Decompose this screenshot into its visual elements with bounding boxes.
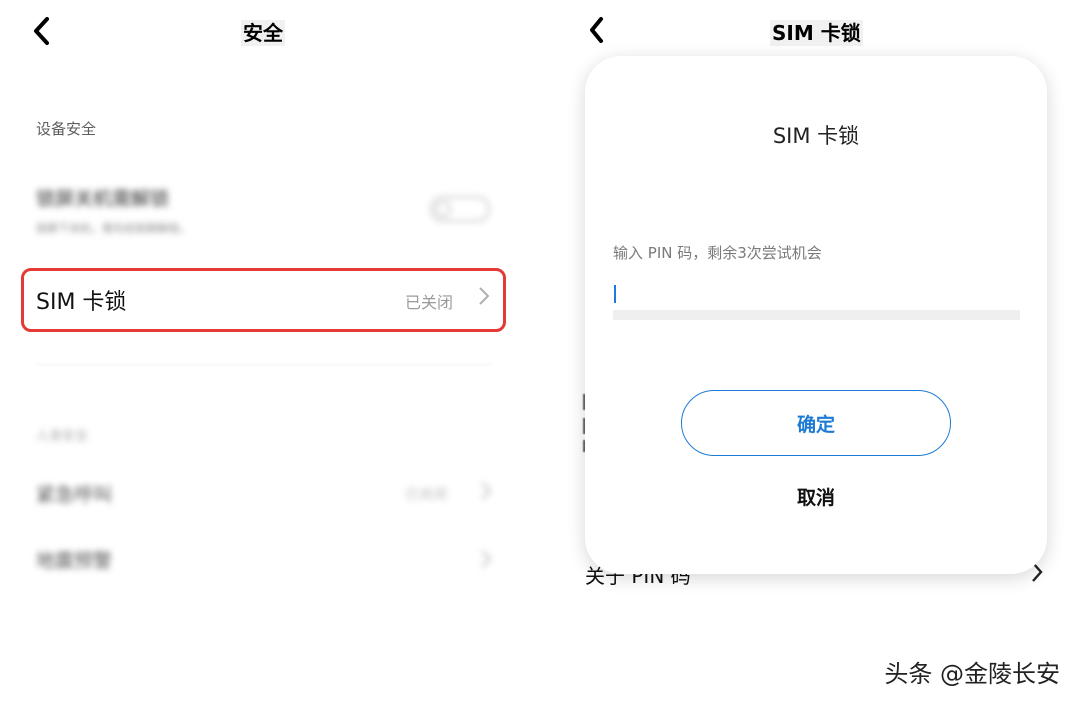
security-settings-screen: 安全 设备安全 锁屏关机需解锁 锁屏下关机，需先经锁屏解锁。 SIM 卡锁 已关… [0,0,540,706]
sim-lock-status: 已关闭 [405,293,454,312]
chevron-right-icon [480,548,492,576]
pin-input-underline [613,310,1020,320]
watermark: 头条 @金陵长安 [884,660,1060,688]
back-arrow-icon[interactable] [588,16,604,44]
back-arrow-icon[interactable] [32,16,50,46]
emergency-call-status: 已关闭 [405,487,447,503]
emergency-call-label: 紧急呼叫 [36,484,113,506]
earthquake-warning-label: 地震预警 [36,550,113,572]
sim-lock-label: SIM 卡锁 [36,290,127,315]
text-cursor [614,285,616,303]
page-title: SIM 卡锁 [770,20,863,46]
lock-shutdown-toggle[interactable] [430,196,490,222]
lock-shutdown-subtitle: 锁屏下关机，需先经锁屏解锁。 [36,222,190,235]
sim-lock-screen: SIM 卡锁 关于 PIN 码 SIM 卡锁 输入 PIN 码，剩余3次尝试机会… [540,0,1080,706]
pin-dialog: SIM 卡锁 输入 PIN 码，剩余3次尝试机会 确定 取消 [585,56,1047,574]
pin-hint-label: 输入 PIN 码，剩余3次尝试机会 [613,244,822,262]
lock-shutdown-title: 锁屏关机需解锁 [36,188,170,210]
confirm-button[interactable]: 确定 [681,390,951,456]
chevron-right-icon [480,480,492,508]
dialog-title: SIM 卡锁 [772,124,860,148]
cancel-button[interactable]: 取消 [766,476,866,516]
divider [36,364,491,365]
pin-input[interactable] [613,280,1020,310]
chevron-right-icon [478,285,490,313]
page-title: 安全 [241,20,285,46]
section-header-personal-safety: 人身安全 [36,429,89,444]
section-header-device-security: 设备安全 [36,120,97,138]
